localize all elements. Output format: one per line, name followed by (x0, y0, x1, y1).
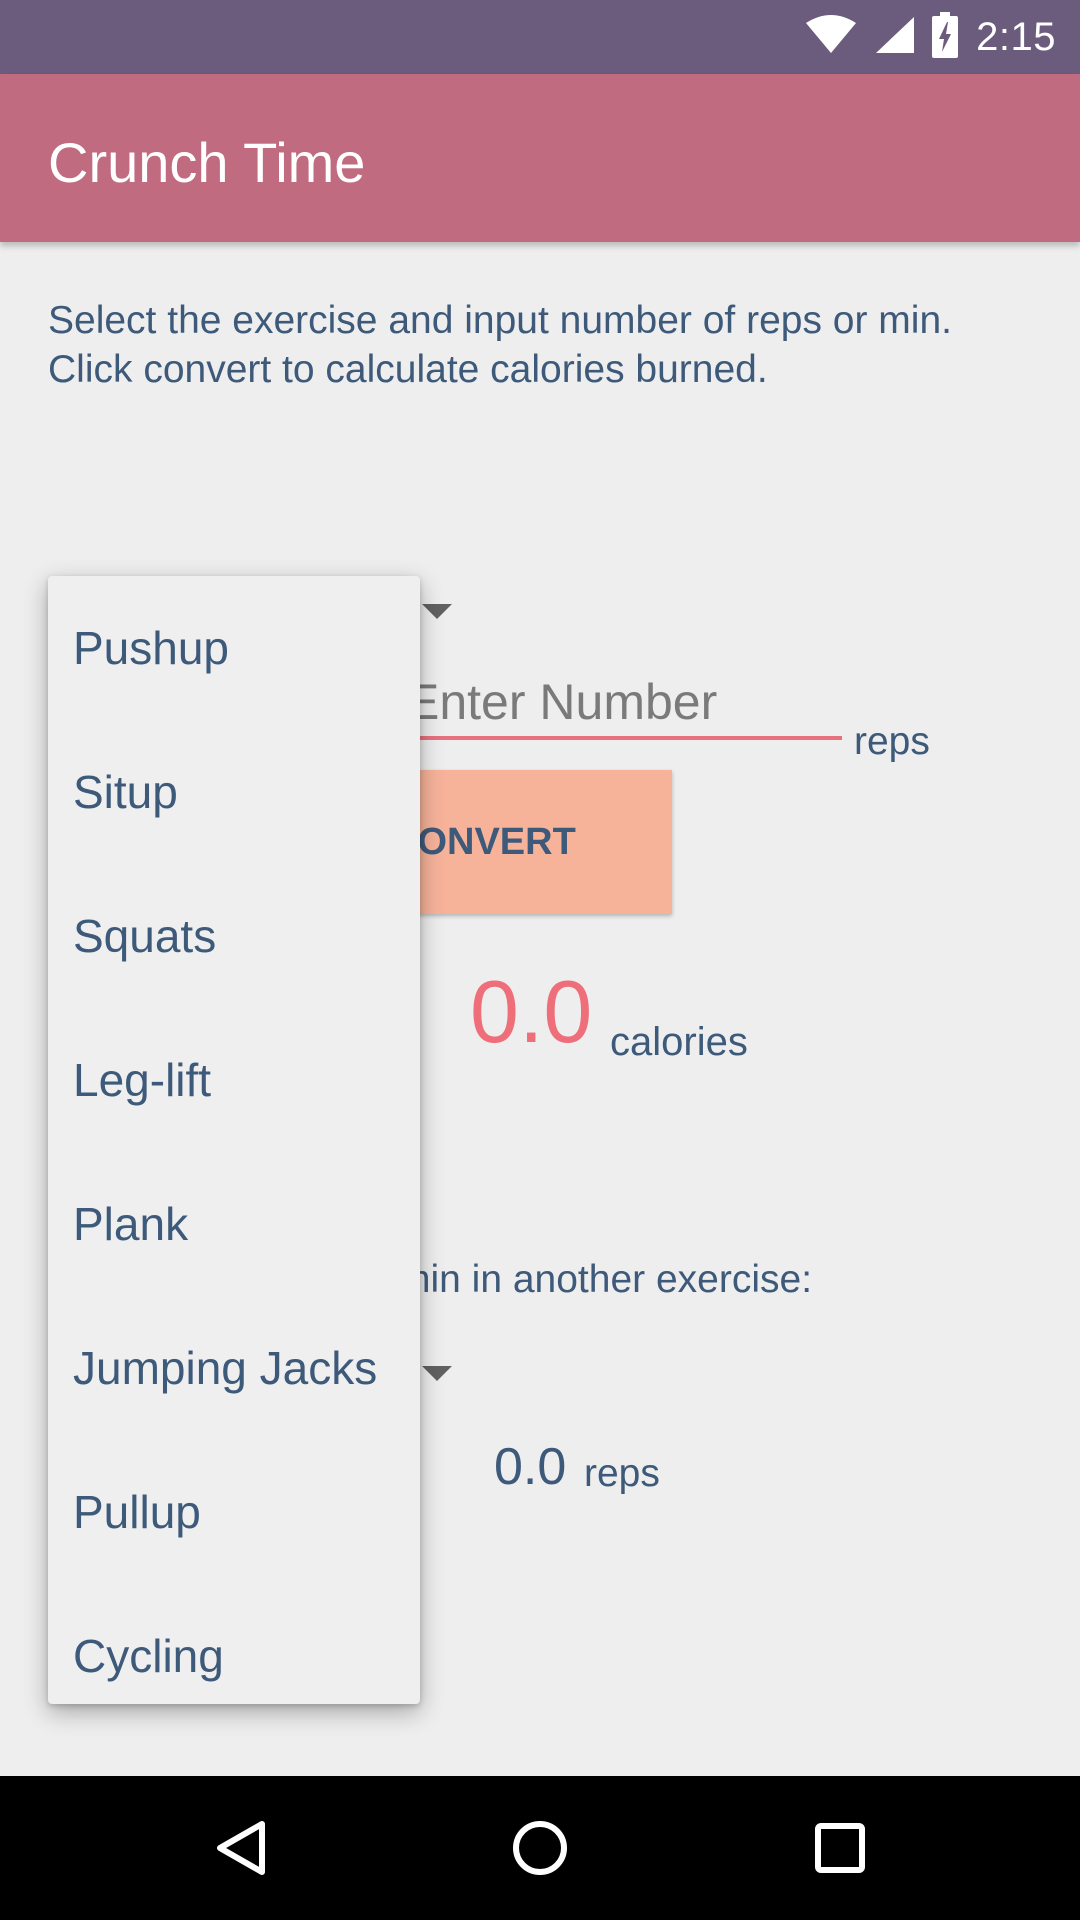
dropdown-item-squats[interactable]: Squats (48, 864, 420, 1008)
back-icon[interactable] (190, 1798, 290, 1898)
dropdown-item-pullup[interactable]: Pullup (48, 1440, 420, 1584)
recents-icon[interactable] (790, 1798, 890, 1898)
wifi-icon (806, 14, 857, 60)
dropdown-item-situp[interactable]: Situp (48, 720, 420, 864)
calories-label: calories (610, 1020, 748, 1064)
instructions-text: Select the exercise and input number of … (48, 299, 952, 391)
dropdown-item-cycling[interactable]: Cycling (48, 1584, 420, 1704)
exercise-spinner-arrow-icon[interactable] (422, 604, 452, 619)
status-icons: 2:15 (806, 0, 1056, 74)
navigation-bar (0, 1776, 1080, 1920)
equivalent-prompt: min in another exercise: (398, 1258, 813, 1301)
app-title: Crunch Time (48, 131, 366, 194)
calories-value: 0.0 (470, 962, 593, 1061)
app-bar: Crunch Time (0, 74, 1080, 242)
app-screen: 2:15 Crunch Time Select the exercise and… (0, 0, 1080, 1920)
dropdown-item-plank[interactable]: Plank (48, 1152, 420, 1296)
equivalent-value: 0.0 (494, 1438, 567, 1496)
exercise-dropdown: Pushup Situp Squats Leg-lift Plank Jumpi… (48, 576, 420, 1704)
cell-signal-icon (874, 15, 915, 60)
dropdown-item-pushup[interactable]: Pushup (48, 576, 420, 720)
home-icon[interactable] (490, 1798, 590, 1898)
equivalent-unit-label: reps (584, 1452, 660, 1495)
dropdown-item-leg-lift[interactable]: Leg-lift (48, 1008, 420, 1152)
input-unit-label: reps (854, 720, 930, 763)
battery-charging-icon (932, 11, 959, 63)
status-bar: 2:15 (0, 0, 1080, 74)
status-time: 2:15 (976, 14, 1056, 59)
dropdown-item-jumping-jacks[interactable]: Jumping Jacks (48, 1296, 420, 1440)
target-exercise-spinner-arrow-icon[interactable] (422, 1366, 452, 1381)
